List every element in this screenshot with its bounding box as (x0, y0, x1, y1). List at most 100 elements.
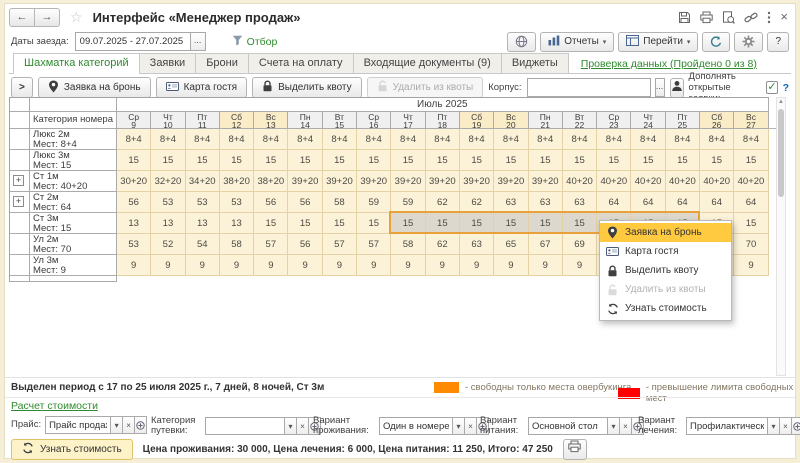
vertical-scrollbar[interactable]: ▲ (776, 97, 786, 376)
help-question[interactable]: ? (783, 82, 789, 94)
value-cell[interactable]: 39+20 (426, 171, 460, 192)
value-cell[interactable]: 8+4 (529, 129, 563, 150)
value-cell[interactable]: 64 (734, 192, 768, 213)
value-cell[interactable]: 8+4 (186, 129, 220, 150)
scrollbar-thumb[interactable] (778, 109, 784, 197)
toolbar-button-1[interactable]: Заявка на бронь (38, 77, 151, 98)
field-input[interactable] (686, 417, 768, 435)
value-cell[interactable]: 56 (117, 192, 151, 213)
value-cell[interactable]: 39+20 (529, 171, 563, 192)
value-cell[interactable]: 9 (186, 255, 220, 276)
value-cell[interactable]: 40+20 (700, 171, 734, 192)
value-cell[interactable]: 38+20 (220, 171, 254, 192)
value-cell[interactable]: 8+4 (357, 129, 391, 150)
value-cell[interactable]: 8+4 (563, 129, 597, 150)
value-cell[interactable]: 9 (734, 255, 768, 276)
value-cell[interactable]: 62 (426, 192, 460, 213)
value-cell[interactable]: 54 (186, 234, 220, 255)
value-cell[interactable]: 8+4 (734, 129, 768, 150)
value-cell[interactable]: 39+20 (288, 171, 322, 192)
value-cell[interactable]: 63 (460, 234, 494, 255)
value-cell[interactable]: 57 (357, 234, 391, 255)
append-open-requests-checkbox[interactable]: ✓ (766, 81, 777, 94)
tab-3[interactable]: Брони (195, 53, 249, 73)
value-cell[interactable]: 8+4 (460, 129, 494, 150)
value-cell[interactable]: 63 (563, 192, 597, 213)
value-cell[interactable]: 9 (357, 255, 391, 276)
value-cell[interactable]: 15 (186, 150, 220, 171)
value-cell[interactable]: 13 (220, 213, 254, 234)
value-cell[interactable]: 8+4 (220, 129, 254, 150)
value-cell[interactable]: 15 (288, 150, 322, 171)
value-cell[interactable]: 64 (666, 192, 700, 213)
korpus-ellipsis-button[interactable]: ... (655, 78, 665, 97)
value-cell[interactable]: 15 (323, 213, 357, 234)
value-cell[interactable]: 15 (597, 150, 631, 171)
value-cell[interactable]: 64 (597, 192, 631, 213)
value-cell[interactable]: 39+20 (357, 171, 391, 192)
refresh-button[interactable] (702, 32, 730, 52)
value-cell[interactable]: 52 (151, 234, 185, 255)
field-input[interactable] (379, 417, 453, 435)
value-cell[interactable]: 9 (391, 255, 425, 276)
value-cell[interactable]: 69 (563, 234, 597, 255)
value-cell[interactable]: 9 (151, 255, 185, 276)
value-cell[interactable]: 8+4 (631, 129, 665, 150)
scroll-up-icon[interactable]: ▲ (777, 98, 785, 106)
value-cell[interactable]: 53 (117, 234, 151, 255)
value-cell[interactable]: 9 (254, 255, 288, 276)
value-cell[interactable]: 9 (494, 255, 528, 276)
preview-icon[interactable] (722, 11, 735, 24)
value-cell[interactable]: 59 (357, 192, 391, 213)
value-cell[interactable]: 9 (563, 255, 597, 276)
context-menu-item[interactable]: Выделить квоту (600, 261, 731, 280)
value-cell[interactable]: 8+4 (151, 129, 185, 150)
value-cell[interactable]: 9 (460, 255, 494, 276)
open-button[interactable] (134, 416, 147, 434)
value-cell[interactable]: 39+20 (494, 171, 528, 192)
value-cell[interactable]: 62 (426, 234, 460, 255)
value-cell[interactable]: 15 (426, 150, 460, 171)
value-cell[interactable]: 8+4 (391, 129, 425, 150)
value-cell[interactable]: 56 (254, 192, 288, 213)
value-cell[interactable]: 13 (151, 213, 185, 234)
value-cell[interactable]: 39+20 (460, 171, 494, 192)
save-icon[interactable] (678, 11, 691, 24)
data-check-link[interactable]: Проверка данных (Пройдено 0 из 8) (581, 58, 757, 70)
context-menu-item[interactable]: Карта гостя (600, 242, 731, 261)
toolbar-button-2[interactable]: Карта гостя (156, 77, 248, 98)
tab-1[interactable]: Шахматка категорий (13, 53, 140, 74)
value-cell[interactable]: 70 (734, 234, 768, 255)
value-cell[interactable]: 15 (494, 213, 528, 234)
value-cell[interactable]: 8+4 (117, 129, 151, 150)
value-cell[interactable]: 57 (254, 234, 288, 255)
value-cell[interactable]: 65 (494, 234, 528, 255)
value-cell[interactable]: 8+4 (254, 129, 288, 150)
value-cell[interactable]: 63 (494, 192, 528, 213)
field-input[interactable] (528, 417, 608, 435)
value-cell[interactable]: 8+4 (323, 129, 357, 150)
value-cell[interactable]: 34+20 (186, 171, 220, 192)
value-cell[interactable]: 9 (117, 255, 151, 276)
value-cell[interactable]: 15 (220, 150, 254, 171)
value-cell[interactable]: 53 (186, 192, 220, 213)
value-cell[interactable]: 9 (220, 255, 254, 276)
value-cell[interactable]: 13 (117, 213, 151, 234)
value-cell[interactable]: 62 (460, 192, 494, 213)
help-button[interactable]: ? (767, 32, 789, 52)
cost-calc-link[interactable]: Расчет стоимости (11, 400, 98, 412)
arrival-dates-input[interactable] (75, 32, 191, 51)
value-cell[interactable]: 8+4 (494, 129, 528, 150)
filter-link[interactable]: Отбор (232, 35, 278, 49)
globe-button[interactable] (507, 32, 536, 52)
value-cell[interactable]: 8+4 (666, 129, 700, 150)
value-cell[interactable]: 39+20 (391, 171, 425, 192)
value-cell[interactable]: 57 (323, 234, 357, 255)
tab-5[interactable]: Входящие документы (9) (353, 53, 502, 73)
value-cell[interactable]: 8+4 (597, 129, 631, 150)
context-menu-item[interactable]: Узнать стоимость (600, 299, 731, 318)
value-cell[interactable]: 15 (460, 150, 494, 171)
value-cell[interactable]: 8+4 (700, 129, 734, 150)
korpus-input[interactable] (527, 78, 651, 97)
value-cell[interactable]: 13 (186, 213, 220, 234)
